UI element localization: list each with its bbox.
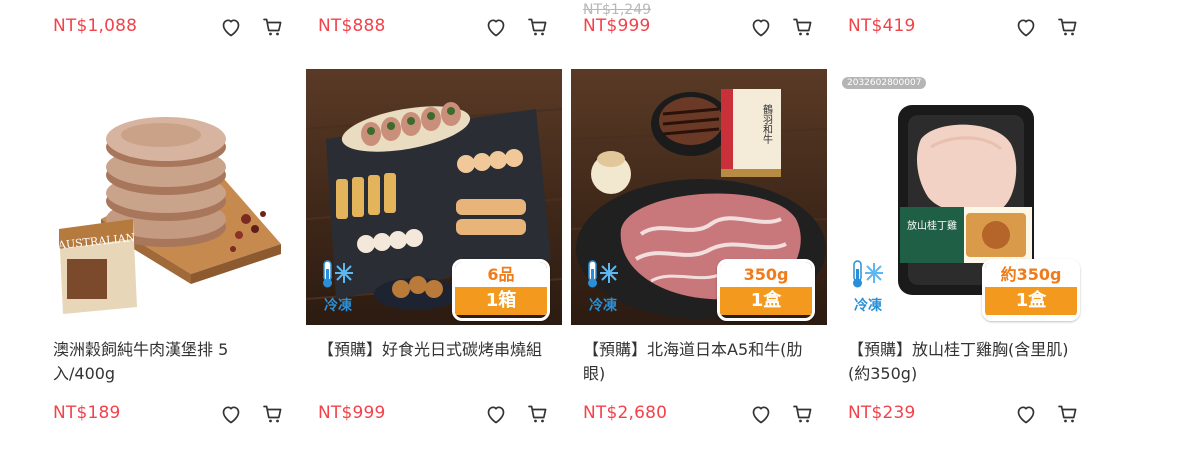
snowflake-thermometer-icon	[588, 260, 618, 288]
heart-icon[interactable]	[219, 402, 243, 426]
cart-icon[interactable]	[526, 402, 550, 426]
cart-icon[interactable]	[1056, 402, 1080, 426]
product-image[interactable]: 放山桂丁雞 2032602800007 冷凍 約350g 1盒	[836, 69, 1092, 325]
heart-icon[interactable]	[484, 402, 508, 426]
snowflake-thermometer-icon	[853, 260, 883, 288]
product-card: NT$419 放山桂丁雞 2032602800007 冷凍 約350g 1盒 【…	[836, 0, 1092, 460]
heart-icon[interactable]	[484, 15, 508, 39]
price-bar: NT$189	[41, 400, 282, 430]
product-title[interactable]: 【預購】好食光日式碳烤串燒組	[318, 338, 548, 362]
frozen-label: 冷凍	[585, 259, 621, 315]
gift-box-text: 鶴羽和牛	[761, 103, 773, 145]
sku-tag: 2032602800007	[842, 77, 927, 89]
quantity-badge: 350g 1盒	[717, 259, 815, 321]
heart-icon[interactable]	[749, 15, 773, 39]
price: NT$999	[318, 403, 386, 423]
frozen-label: 冷凍	[320, 259, 356, 315]
cart-icon[interactable]	[526, 15, 550, 39]
product-image[interactable]: 鶴羽和牛 冷凍 350g 1盒	[571, 69, 827, 325]
cart-icon[interactable]	[261, 15, 285, 39]
price: NT$1,088	[53, 16, 138, 36]
product-title[interactable]: 【預購】放山桂丁雞胸(含里肌)(約350g)	[848, 338, 1078, 386]
snowflake-thermometer-icon	[323, 260, 353, 288]
heart-icon[interactable]	[1014, 402, 1038, 426]
frozen-label: 冷凍	[850, 259, 886, 315]
price-bar: NT$239	[836, 400, 1077, 430]
price: NT$419	[848, 16, 916, 36]
product-card: NT$1,249 NT$999 鶴羽和牛 冷凍 350g 1盒 【預購】北海道日…	[571, 0, 827, 460]
burger-patty-illustration: AUSTRALIAN	[56, 117, 281, 314]
heart-icon[interactable]	[1014, 15, 1038, 39]
price: NT$999	[583, 16, 651, 36]
prev-row-price-bar: NT$1,088	[41, 13, 282, 43]
product-title[interactable]: 【預購】北海道日本A5和牛(肋眼)	[583, 338, 813, 386]
prev-row-price-bar: NT$1,249 NT$999	[571, 2, 812, 43]
package-text: 放山桂丁雞	[907, 219, 957, 232]
heart-icon[interactable]	[219, 15, 243, 39]
quantity-badge: 約350g 1盒	[982, 259, 1080, 321]
cart-icon[interactable]	[261, 402, 285, 426]
price: NT$189	[53, 403, 121, 423]
price-bar: NT$2,680	[571, 400, 812, 430]
price: NT$888	[318, 16, 386, 36]
heart-icon[interactable]	[749, 402, 773, 426]
prev-row-price-bar: NT$419	[836, 13, 1077, 43]
product-title[interactable]: 澳洲穀飼純牛肉漢堡排 5入/400g	[53, 338, 283, 386]
cart-icon[interactable]	[1056, 15, 1080, 39]
quantity-badge: 6品 1箱	[452, 259, 550, 321]
prev-row-price-bar: NT$888	[306, 13, 547, 43]
price: NT$239	[848, 403, 916, 423]
product-card: NT$888 冷凍 6品 1箱 【預購】好食光日式碳烤串燒組 NT$999	[306, 0, 562, 460]
cart-icon[interactable]	[791, 15, 815, 39]
product-image[interactable]: AUSTRALIAN	[41, 69, 297, 325]
price: NT$2,680	[583, 403, 668, 423]
price-bar: NT$999	[306, 400, 547, 430]
cart-icon[interactable]	[791, 402, 815, 426]
product-card: NT$1,088 AUSTRALIAN 澳洲穀飼純牛肉漢堡排 5入/400g N…	[41, 0, 297, 460]
product-image[interactable]: 冷凍 6品 1箱	[306, 69, 562, 325]
